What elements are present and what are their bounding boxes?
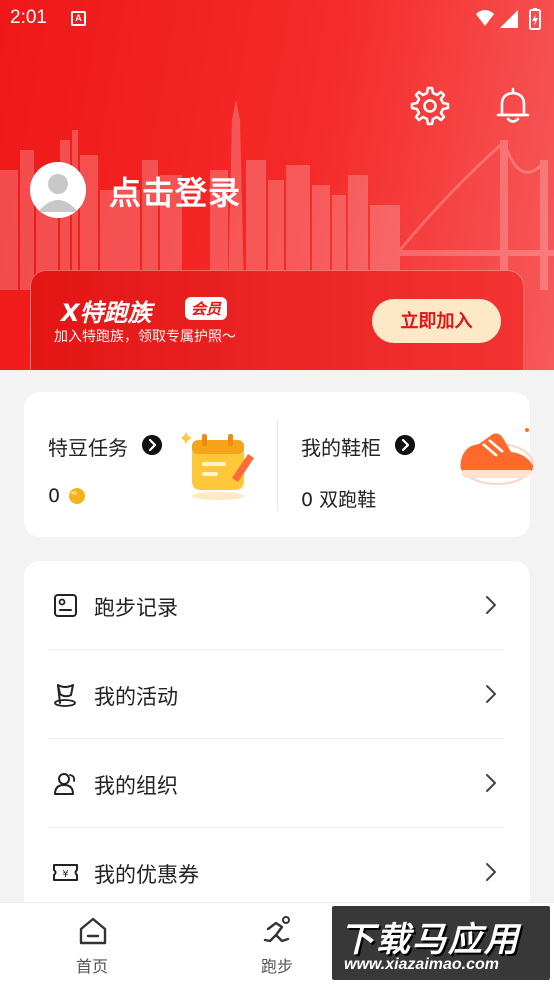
bean-icon [69, 488, 85, 504]
shoe-count: 0 双跑鞋 [301, 489, 377, 511]
arrow-right-circle-icon [142, 435, 162, 455]
watermark-overlay: 下载马应用 www.xiazaimao.com [332, 906, 550, 980]
profile-header: 2:01 A 点击登录 X特跑族 会员 加入特跑族，领取专属护照～ 立即加入 [0, 0, 554, 370]
menu-item-label: 我的优惠券 [94, 863, 199, 887]
stats-card: 特豆任务 0 我的鞋柜 0 双跑鞋 [24, 392, 534, 537]
wifi-icon [476, 10, 494, 26]
gear-icon[interactable] [410, 86, 450, 126]
menu-item-label: 跑步记录 [94, 596, 178, 620]
chevron-right-icon [486, 863, 496, 881]
bean-tasks-title: 特豆任务 [48, 436, 128, 460]
bean-count: 0 [48, 485, 61, 507]
login-link[interactable]: 点击登录 [109, 168, 241, 214]
runner-icon [263, 916, 290, 943]
menu-item-run-records[interactable]: 跑步记录 [24, 561, 530, 650]
member-logo-text: X特跑族 [61, 299, 152, 327]
join-button[interactable]: 立即加入 [372, 299, 501, 343]
shoe-cabinet-title: 我的鞋柜 [301, 436, 381, 460]
status-time: 2:01 [10, 7, 47, 28]
watermark-title: 下载马应用 [340, 920, 520, 960]
avatar[interactable] [30, 162, 86, 218]
menu-item-my-activities[interactable]: 我的活动 [24, 650, 530, 739]
tab-label: 跑步 [260, 957, 293, 976]
running-shoe-icon [460, 428, 534, 485]
tab-running[interactable]: 跑步 [227, 903, 327, 984]
tab-home[interactable]: 首页 [42, 903, 142, 984]
menu-list: 跑步记录 我的活动 我的组织 ¥ 我的优惠券 [24, 561, 530, 921]
home-icon [79, 917, 107, 945]
signal-icon [500, 10, 518, 28]
task-calendar-icon [182, 432, 254, 500]
member-logo-badge: 会员 [185, 297, 228, 320]
status-indicators [476, 8, 541, 30]
status-bar: 2:01 A [0, 0, 554, 38]
member-logo: X特跑族 会员 [61, 293, 241, 327]
svg-text:¥: ¥ [62, 869, 68, 880]
arrow-right-circle-icon [395, 435, 415, 455]
shoe-cabinet-entry[interactable]: 我的鞋柜 0 双跑鞋 [277, 392, 534, 537]
bell-icon[interactable] [493, 86, 533, 126]
run-record-icon [54, 594, 77, 617]
bean-tasks-entry[interactable]: 特豆任务 0 [24, 392, 277, 537]
tab-label: 首页 [75, 957, 108, 976]
watermark-url: www.xiazaimao.com [344, 956, 500, 973]
member-subtitle: 加入特跑族，领取专属护照～ [54, 329, 236, 345]
chevron-right-icon [486, 685, 496, 703]
chevron-right-icon [486, 774, 496, 792]
group-icon [54, 773, 76, 795]
menu-item-label: 我的活动 [94, 685, 178, 709]
notification-app-icon: A [71, 11, 86, 26]
activity-flag-icon [54, 684, 76, 707]
menu-item-my-organization[interactable]: 我的组织 [24, 739, 530, 828]
chevron-right-icon [486, 596, 496, 614]
member-card[interactable]: X特跑族 会员 加入特跑族，领取专属护照～ 立即加入 [30, 270, 524, 370]
menu-item-label: 我的组织 [94, 774, 178, 798]
coupon-icon: ¥ [53, 864, 78, 881]
